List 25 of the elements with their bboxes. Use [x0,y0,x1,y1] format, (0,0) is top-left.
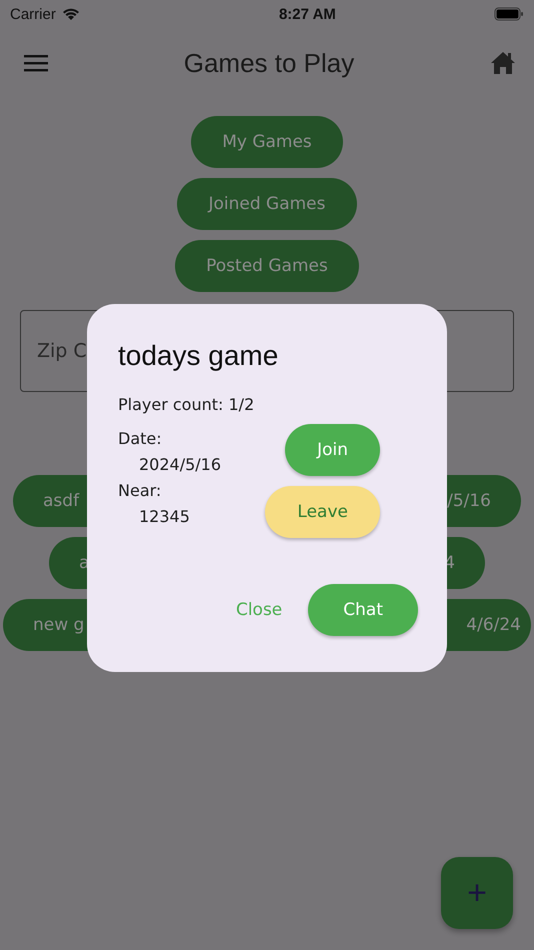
wifi-icon [60,7,81,21]
dialog-button[interactable]: Close [218,584,300,636]
date-label: Date: [118,428,163,450]
game-date: /5/16 [447,491,491,511]
add-button[interactable]: + [441,857,513,929]
status-time: 8:27 AM [278,6,336,22]
dialog-button[interactable]: Chat [308,584,418,636]
app-title: Games to Play [184,48,354,78]
player-count: Player count: 1/2 [118,394,256,416]
near-label: Near: [118,480,162,502]
carrier-label: Carrier [10,6,56,22]
date-value: 2024/5/16 [138,454,222,476]
nav-button[interactable]: My Games [191,116,343,168]
nav-button[interactable]: Joined Games [177,178,357,230]
battery-icon [494,7,524,21]
action-button[interactable]: Leave [265,486,380,538]
dialog-title: todays game [118,340,280,372]
menu-icon[interactable] [24,54,48,72]
game-date: 4/6/24 [466,615,521,635]
game-name: asdf [43,491,80,511]
game-name: new g [33,615,84,635]
home-icon[interactable] [490,51,516,75]
nav-button[interactable]: Posted Games [175,240,359,292]
action-button[interactable]: Join [285,424,380,476]
near-value: 12345 [138,506,191,528]
